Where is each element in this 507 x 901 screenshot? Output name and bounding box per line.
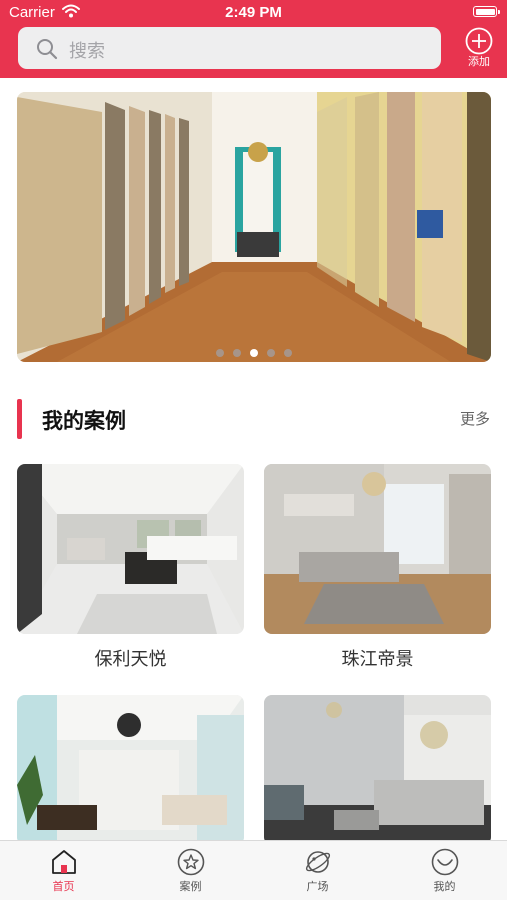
case-image [264,695,491,845]
case-title: 珠江帝景 [341,649,414,670]
smile-icon [431,848,458,876]
tab-home-label: 首页 [52,880,75,893]
add-button-label: 添加 [468,55,490,68]
add-button[interactable]: 添加 [457,27,501,75]
carousel-dot[interactable] [267,349,275,357]
banner-image [17,92,491,362]
more-link[interactable]: 更多 [460,408,490,429]
search-placeholder: 搜索 [69,41,105,62]
tab-square[interactable]: 广场 [254,841,381,901]
tab-mine[interactable]: 我的 [381,841,507,901]
case-card[interactable] [264,695,491,845]
carousel-dot[interactable] [216,349,224,357]
case-card[interactable] [17,695,244,845]
carousel-dot[interactable] [233,349,241,357]
carousel-dot-active[interactable] [250,349,258,357]
case-card[interactable] [17,464,244,634]
header-bar: Carrier 2:49 PM 搜索 添加 [0,0,507,78]
case-title: 保利天悦 [94,649,167,670]
search-icon [37,39,58,60]
planet-icon [305,851,330,873]
carousel-dot[interactable] [284,349,292,357]
case-image [17,464,244,634]
clock: 2:49 PM [225,4,282,21]
bottom-tab-bar: 首页 案例 广场 我的 [0,840,507,900]
search-input[interactable]: 搜索 [18,27,441,69]
case-image [17,695,244,845]
banner-carousel[interactable] [17,92,491,362]
tab-square-label: 广场 [306,880,329,893]
tab-cases-label: 案例 [179,880,202,893]
case-image [264,464,491,634]
section-title: 我的案例 [42,409,126,433]
battery-icon [473,6,500,17]
star-icon [177,848,204,876]
add-circle-icon [465,27,493,55]
case-card[interactable] [264,464,491,634]
home-icon [51,850,76,874]
tab-mine-label: 我的 [433,880,456,893]
tab-home[interactable]: 首页 [0,841,127,901]
carousel-indicators[interactable] [17,349,491,357]
section-accent-bar [17,399,22,439]
tab-cases[interactable]: 案例 [127,841,254,901]
status-bar: Carrier 2:49 PM [0,0,507,26]
